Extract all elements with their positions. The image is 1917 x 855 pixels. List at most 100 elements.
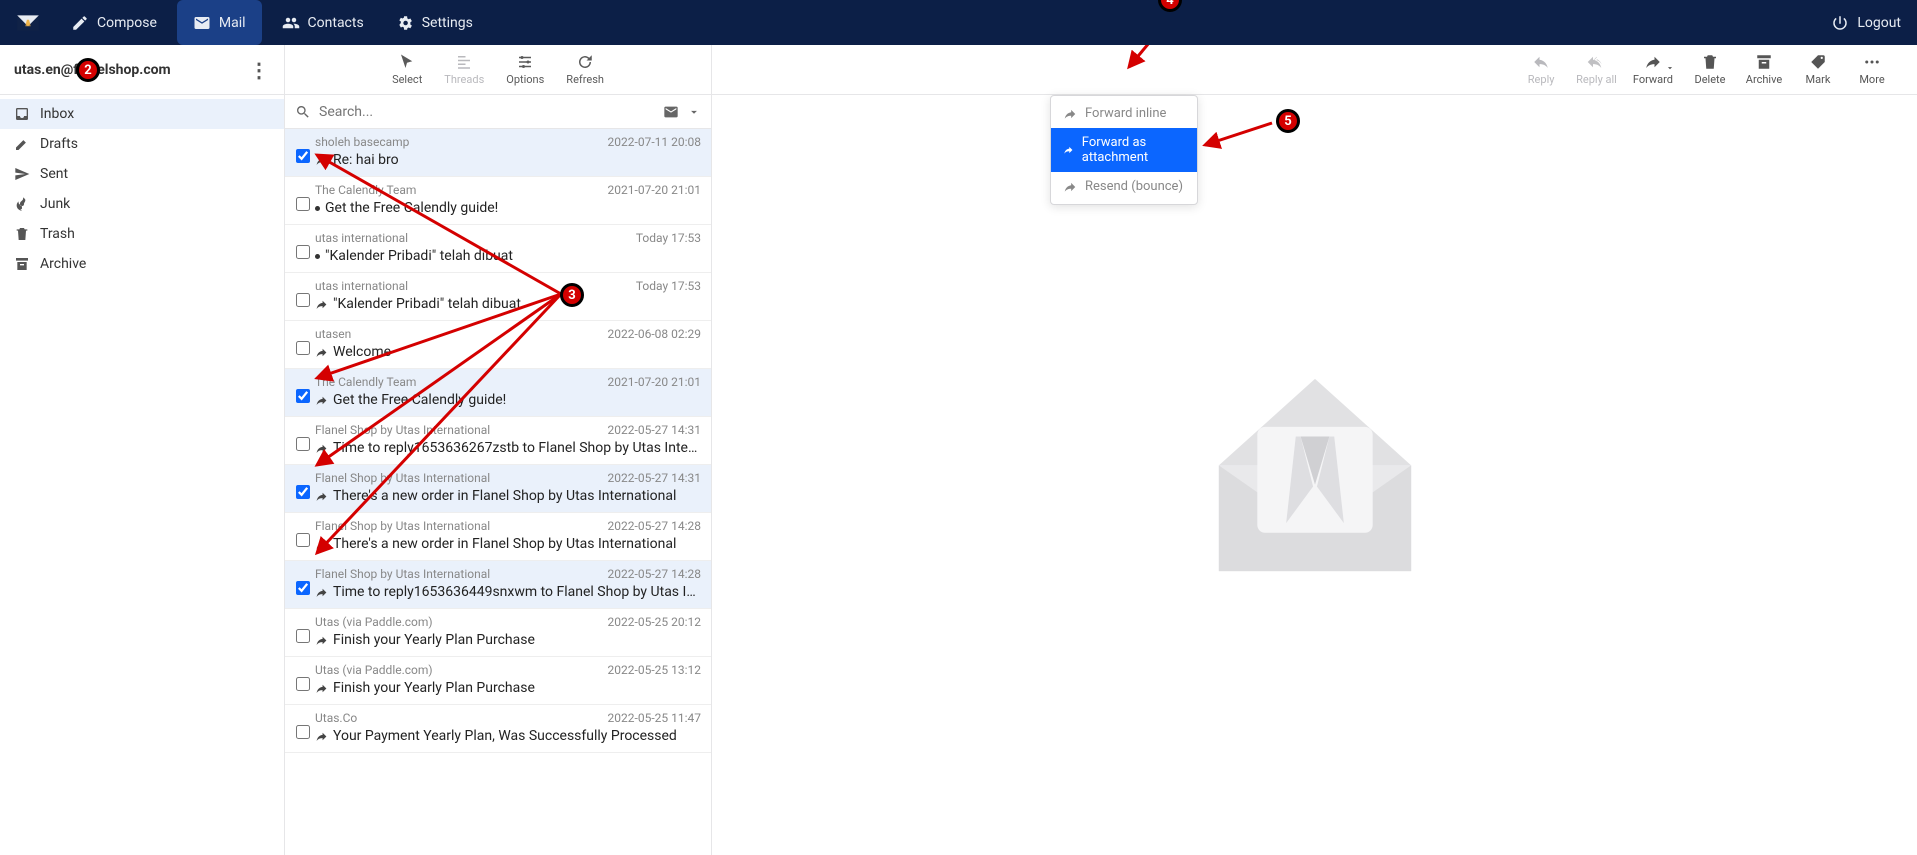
envelope-icon[interactable] [663, 104, 679, 120]
folder-sent[interactable]: Sent [0, 159, 284, 189]
folder-junk[interactable]: Junk [0, 189, 284, 219]
message-checkbox[interactable] [296, 581, 310, 595]
nav-mail[interactable]: Mail [177, 0, 262, 45]
message-row[interactable]: utasen2022-06-08 02:29Welcome [285, 321, 711, 369]
dots-icon [1863, 53, 1881, 71]
message-row[interactable]: Flanel Shop by Utas International2022-05… [285, 561, 711, 609]
folder-label: Trash [40, 226, 75, 242]
tool-delete[interactable]: Delete [1691, 53, 1729, 86]
tool-mark[interactable]: Mark [1799, 53, 1837, 86]
message-checkbox[interactable] [296, 437, 310, 451]
cursor-icon [398, 53, 416, 71]
annotation-badge-2: 2 [76, 58, 100, 82]
message-checkbox[interactable] [296, 293, 310, 307]
brand-logo [0, 10, 55, 36]
message-checkbox[interactable] [296, 485, 310, 499]
message-view-pane: Reply Reply all Forward Delete Archive M… [712, 45, 1917, 855]
forward-icon [1063, 180, 1077, 194]
message-checkbox[interactable] [296, 341, 310, 355]
message-row[interactable]: utas internationalToday 17:53"Kalender P… [285, 225, 711, 273]
dd-forward-inline[interactable]: Forward inline [1051, 99, 1197, 128]
message-subject: Finish your Yearly Plan Purchase [333, 632, 535, 648]
nav-mail-label: Mail [219, 15, 246, 31]
unread-dot-icon [315, 206, 320, 211]
message-list[interactable]: sholeh basecamp2022-07-11 20:08Re: hai b… [285, 129, 711, 855]
message-row[interactable]: Flanel Shop by Utas International2022-05… [285, 417, 711, 465]
message-date: 2021-07-20 21:01 [608, 183, 701, 197]
forward-icon [315, 490, 328, 503]
message-row[interactable]: Utas (via Paddle.com)2022-05-25 20:12Fin… [285, 609, 711, 657]
tool-archive[interactable]: Archive [1745, 53, 1783, 86]
nav-contacts[interactable]: Contacts [266, 0, 380, 45]
message-checkbox[interactable] [296, 677, 310, 691]
threads-icon [455, 53, 473, 71]
message-checkbox[interactable] [296, 389, 310, 403]
nav-settings[interactable]: Settings [380, 0, 489, 45]
message-row[interactable]: The Calendly Team2021-07-20 21:01Get the… [285, 369, 711, 417]
message-row[interactable]: The Calendly Team2021-07-20 21:01Get the… [285, 177, 711, 225]
folder-label: Inbox [40, 106, 74, 122]
tag-icon [1809, 53, 1827, 71]
dd-forward-attachment[interactable]: Forward as attachment [1051, 128, 1197, 172]
message-date: Today 17:53 [636, 279, 701, 293]
message-row[interactable]: sholeh basecamp2022-07-11 20:08Re: hai b… [285, 129, 711, 177]
message-from: Flanel Shop by Utas International [315, 519, 490, 533]
folder-label: Sent [40, 166, 68, 182]
tool-options[interactable]: Options [506, 53, 544, 86]
message-date: 2022-05-27 14:28 [608, 567, 701, 581]
nav-logout-label: Logout [1857, 15, 1901, 31]
tool-reply[interactable]: Reply [1522, 53, 1560, 86]
forward-icon [315, 730, 328, 743]
message-row[interactable]: utas internationalToday 17:53"Kalender P… [285, 273, 711, 321]
tool-refresh[interactable]: Refresh [566, 53, 604, 86]
message-checkbox[interactable] [296, 149, 310, 163]
tool-select[interactable]: Select [392, 53, 422, 86]
message-row[interactable]: Utas.Co2022-05-25 11:47Your Payment Year… [285, 705, 711, 753]
message-checkbox[interactable] [296, 245, 310, 259]
search-caret-icon[interactable] [687, 104, 701, 120]
folder-label: Drafts [40, 136, 78, 152]
forward-icon [315, 298, 328, 311]
folder-trash[interactable]: Trash [0, 219, 284, 249]
nav-logout[interactable]: Logout [1815, 0, 1917, 45]
message-row[interactable]: Flanel Shop by Utas International2022-05… [285, 513, 711, 561]
search-input[interactable] [319, 104, 655, 120]
account-menu-icon[interactable]: ⋮ [249, 60, 270, 80]
forward-icon [1063, 107, 1077, 121]
message-checkbox[interactable] [296, 197, 310, 211]
message-subject: There's a new order in Flanel Shop by Ut… [333, 488, 676, 504]
forward-icon [315, 442, 328, 455]
tool-threads[interactable]: Threads [444, 53, 484, 86]
message-row[interactable]: Flanel Shop by Utas International2022-05… [285, 465, 711, 513]
message-from: utasen [315, 327, 351, 341]
tool-more[interactable]: More [1853, 53, 1891, 86]
message-checkbox[interactable] [296, 629, 310, 643]
message-date: 2022-05-27 14:31 [608, 471, 701, 485]
refresh-icon [576, 53, 594, 71]
send-icon [14, 166, 30, 182]
forward-dropdown: Forward inline Forward as attachment Res… [1050, 95, 1198, 205]
message-subject: Finish your Yearly Plan Purchase [333, 680, 535, 696]
folder-drafts[interactable]: Drafts [0, 129, 284, 159]
forward-icon [315, 634, 328, 647]
contacts-icon [282, 14, 300, 32]
folder-inbox[interactable]: Inbox [0, 99, 284, 129]
message-checkbox[interactable] [296, 533, 310, 547]
folder-archive[interactable]: Archive [0, 249, 284, 279]
message-row[interactable]: Utas (via Paddle.com)2022-05-25 13:12Fin… [285, 657, 711, 705]
message-checkbox[interactable] [296, 725, 310, 739]
nav-compose[interactable]: Compose [55, 0, 173, 45]
message-date: 2022-05-25 13:12 [608, 663, 701, 677]
annotation-badge-5: 5 [1276, 109, 1300, 133]
message-subject: Re: hai bro [333, 152, 399, 168]
power-icon [1831, 14, 1849, 32]
forward-icon [315, 394, 328, 407]
dd-resend-bounce[interactable]: Resend (bounce) [1051, 172, 1197, 201]
tool-reply-all[interactable]: Reply all [1576, 53, 1617, 86]
folder-label: Archive [40, 256, 86, 272]
message-subject: Get the Free Calendly guide! [333, 392, 506, 408]
list-toolbar: Select Threads Options Refresh [285, 45, 711, 95]
archive-icon [1755, 53, 1773, 71]
folder-sidebar: utas.en@flanelshop.com ⋮ InboxDraftsSent… [0, 45, 285, 855]
tool-forward-caret[interactable] [1665, 53, 1675, 83]
